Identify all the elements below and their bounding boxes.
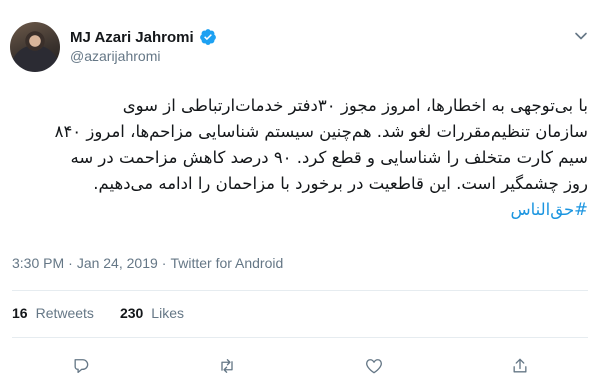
reply-icon bbox=[74, 359, 89, 373]
tweet-text-line: سیم کارت متخلف را شناسایی و قطع کرد. ۹۰ … bbox=[70, 148, 588, 167]
hashtag-link[interactable]: #حق‌الناس bbox=[12, 197, 588, 223]
verified-badge-icon bbox=[199, 28, 217, 46]
retweets-count: 16 bbox=[12, 305, 28, 321]
meta-separator: · bbox=[161, 255, 167, 271]
tweet-source[interactable]: Twitter for Android bbox=[170, 255, 283, 271]
tweet-text: با بی‌توجهی به اخطارها، امروز مجوز ۳۰دفت… bbox=[12, 93, 588, 223]
display-name[interactable]: MJ Azari Jahromi bbox=[70, 29, 194, 46]
share-icon bbox=[513, 358, 527, 373]
likes-stat[interactable]: 230 Likes bbox=[120, 305, 184, 321]
divider bbox=[12, 337, 588, 338]
tweet-card: MJ Azari Jahromi @azarijahromi با بی‌توج… bbox=[0, 0, 598, 389]
tweet-text-line: با بی‌توجهی به اخطارها، امروز مجوز ۳۰دفت… bbox=[122, 96, 588, 115]
divider bbox=[12, 290, 588, 291]
retweet-icon bbox=[221, 359, 233, 373]
likes-count: 230 bbox=[119, 305, 144, 321]
tweet-text-line: روز چشمگیر است. این قاطعیت در برخورد با … bbox=[93, 174, 588, 193]
action-bar bbox=[0, 355, 598, 381]
chevron-down-icon[interactable] bbox=[574, 28, 588, 42]
retweets-stat[interactable]: 16 Retweets bbox=[12, 305, 94, 321]
meta-separator: · bbox=[68, 255, 73, 271]
tweet-time[interactable]: 3:30 PM bbox=[12, 255, 64, 271]
author-name-row[interactable]: MJ Azari Jahromi bbox=[70, 26, 217, 48]
retweet-button[interactable] bbox=[216, 355, 238, 377]
tweet-meta: 3:30 PM · Jan 24, 2019 · Twitter for And… bbox=[12, 255, 283, 271]
avatar[interactable] bbox=[10, 22, 60, 72]
heart-icon bbox=[366, 359, 382, 374]
likes-label: Likes bbox=[151, 305, 184, 321]
tweet-stats: 16 Retweets 230 Likes bbox=[12, 305, 184, 321]
retweets-label: Retweets bbox=[35, 305, 94, 321]
share-button[interactable] bbox=[509, 355, 531, 377]
tweet-text-line: سازمان تنظیم‌مقررات لغو شد. هم‌چنین سیست… bbox=[54, 122, 588, 141]
username[interactable]: @azarijahromi bbox=[70, 48, 160, 64]
tweet-date[interactable]: Jan 24, 2019 bbox=[77, 255, 158, 271]
reply-button[interactable] bbox=[70, 355, 92, 377]
like-button[interactable] bbox=[363, 355, 385, 377]
